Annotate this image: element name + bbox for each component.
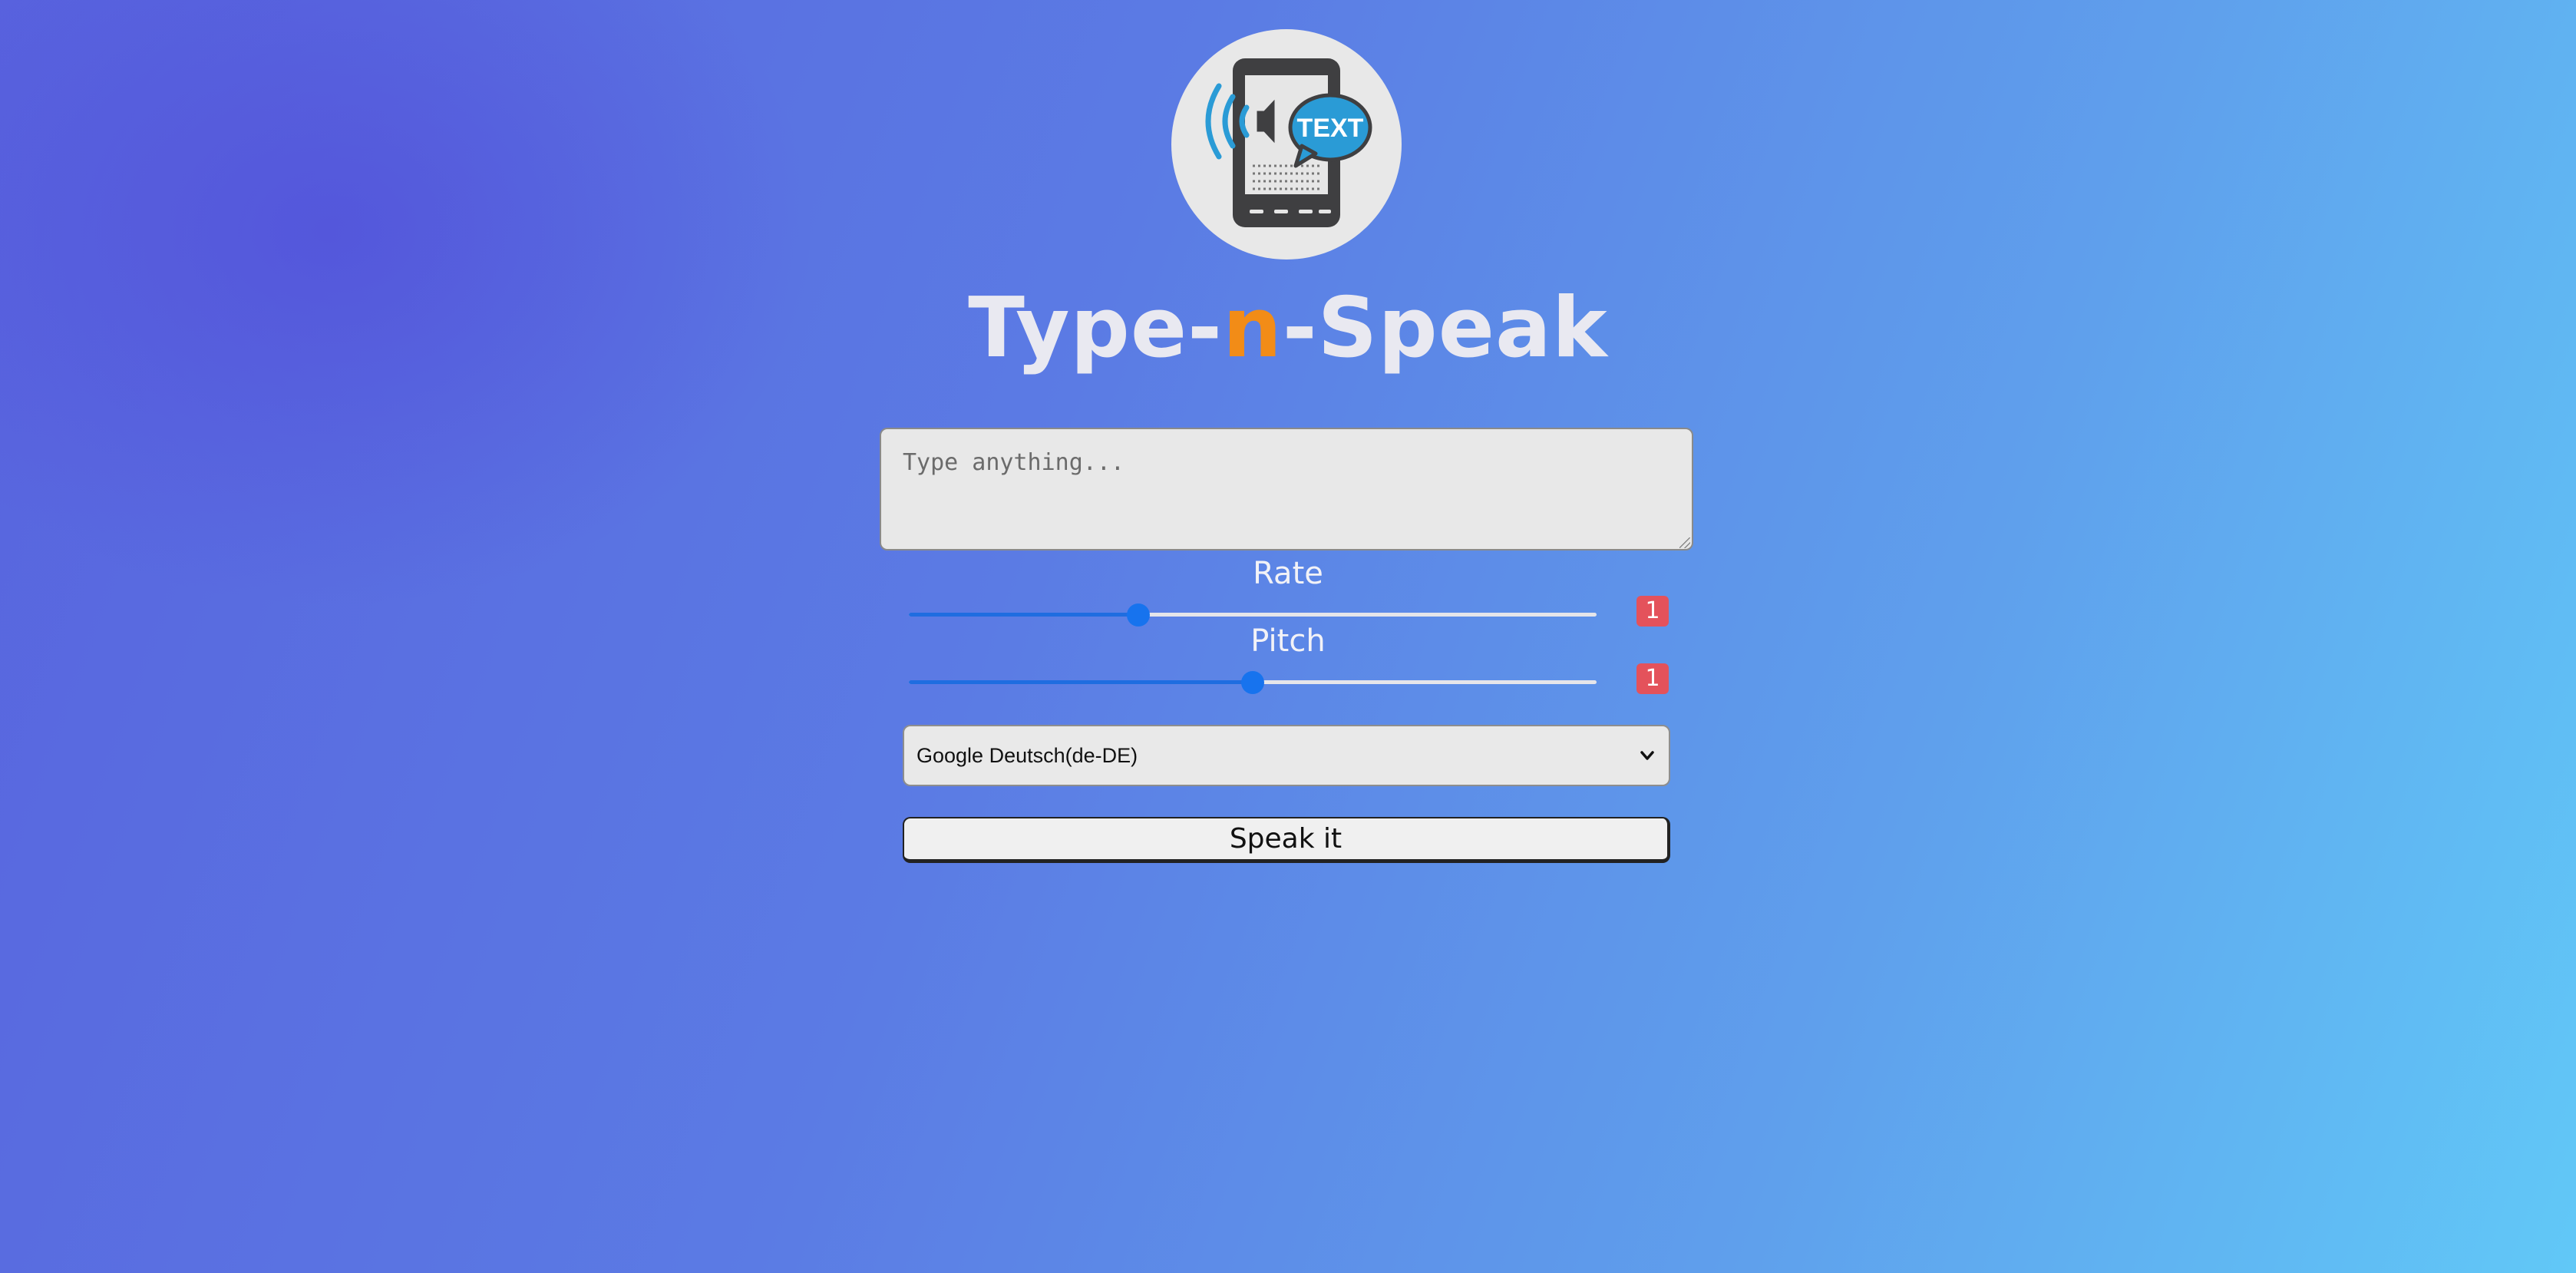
pitch-slider-thumb[interactable] — [1241, 671, 1264, 694]
voice-select[interactable]: Google Deutsch(de-DE) — [903, 725, 1670, 786]
app-logo: TEXT — [1171, 29, 1402, 260]
pitch-slider-fill — [909, 680, 1253, 684]
page-title: Type-n-Speak — [0, 275, 2576, 382]
rate-slider-fill — [909, 613, 1138, 617]
rate-value-badge: 1 — [1636, 596, 1669, 627]
voice-selected-value: Google Deutsch(de-DE) — [916, 743, 1138, 767]
pitch-slider[interactable] — [909, 671, 1597, 694]
phone-speaker-text-icon: TEXT — [1205, 58, 1372, 227]
text-input[interactable] — [880, 428, 1693, 551]
chevron-down-icon — [1640, 751, 1654, 760]
speak-button[interactable]: Speak it — [903, 817, 1670, 863]
logo-text: TEXT — [1297, 114, 1364, 143]
title-suffix: -Speak — [1282, 280, 1608, 376]
pitch-label: Pitch — [1250, 623, 1326, 659]
title-accent: n — [1222, 280, 1283, 376]
pitch-value-badge: 1 — [1636, 663, 1669, 694]
rate-label: Rate — [1253, 556, 1323, 591]
title-prefix: Type- — [968, 280, 1223, 376]
